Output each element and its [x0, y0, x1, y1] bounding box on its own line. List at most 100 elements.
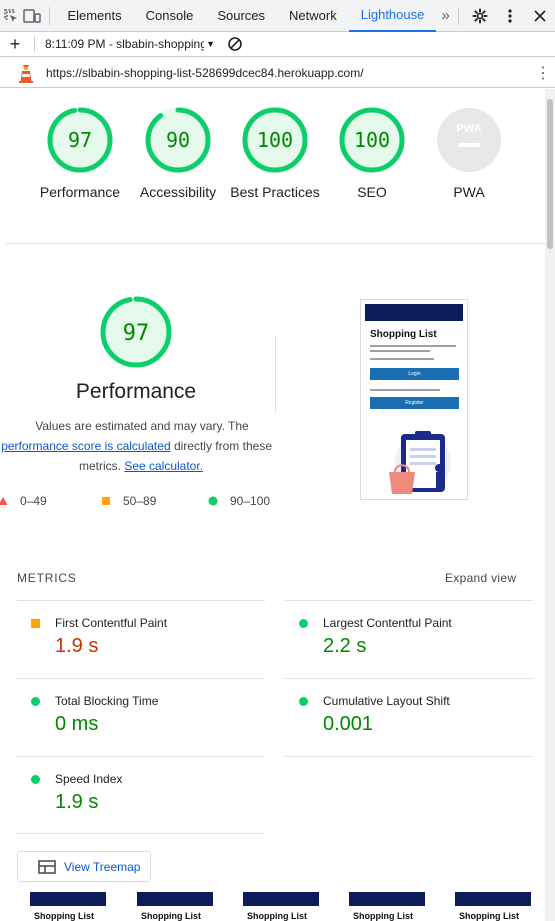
- lighthouse-toolbar: + 8:11:09 PM - slbabin-shopping ▼: [0, 32, 555, 57]
- performance-title: Performance: [75, 380, 197, 403]
- legend-average: 50–89: [101, 494, 156, 508]
- screenshot-register-button: Register: [370, 397, 459, 409]
- tab-network[interactable]: Network: [277, 0, 349, 32]
- chevron-down-icon: ▼: [206, 39, 215, 49]
- scrollbar-thumb[interactable]: [547, 99, 553, 249]
- gauge-label: PWA: [453, 184, 485, 200]
- tab-sources[interactable]: Sources: [205, 0, 277, 32]
- pwa-badge-icon: PWA: [437, 108, 501, 172]
- legend-fail: 0–49: [0, 494, 47, 508]
- expand-view-toggle[interactable]: Expand view: [445, 571, 516, 585]
- gauge-seo[interactable]: 100 SEO: [323, 106, 421, 202]
- devtools-tab-bar: Elements Console Sources Network Lightho…: [0, 0, 555, 32]
- scrollbar[interactable]: [545, 89, 555, 921]
- desc-line: directly from these: [170, 439, 272, 453]
- clear-icon[interactable]: [227, 36, 243, 52]
- view-treemap-button[interactable]: View Treemap: [17, 851, 151, 882]
- gauge-label: SEO: [357, 184, 387, 200]
- gauge-label: Best Practices: [230, 184, 320, 200]
- screenshot-login-button: Login: [370, 368, 459, 380]
- toolbar-divider: [458, 6, 460, 25]
- metric-lcp: Largest Contentful Paint 2.2 s: [285, 600, 533, 678]
- new-report-button[interactable]: +: [0, 32, 30, 57]
- close-icon[interactable]: [525, 0, 555, 32]
- filmstrip-frame: Shopping List: [455, 892, 531, 921]
- metric-title: Total Blocking Time: [55, 694, 159, 708]
- frame-title: Shopping List: [141, 911, 201, 921]
- desc-line: Values are estimated and may vary. The: [35, 419, 249, 433]
- metric-value: 2.2 s: [323, 635, 367, 657]
- frame-header: [455, 892, 531, 906]
- gauge-pwa[interactable]: PWA PWA: [420, 106, 518, 202]
- frame-title: Shopping List: [34, 911, 94, 921]
- gear-icon[interactable]: [465, 0, 495, 32]
- score-ring: 100: [339, 107, 405, 173]
- toolbar-divider: [48, 6, 50, 25]
- section-divider: [275, 336, 276, 412]
- gauge-performance[interactable]: 97 Performance: [31, 106, 129, 202]
- legend-pass: 90–100: [208, 494, 270, 508]
- text-line: [370, 350, 430, 352]
- shopping-illustration: [389, 431, 451, 494]
- text-line: [370, 389, 440, 391]
- final-screenshot[interactable]: Shopping List Login Register: [360, 299, 468, 500]
- gauge-score: 90: [166, 128, 190, 152]
- pwa-badge-text: PWA: [456, 123, 481, 135]
- screenshot-title: Shopping List: [370, 329, 437, 340]
- metric-speed-index: Speed Index 1.9 s: [17, 756, 265, 834]
- pass-circle-icon: [208, 496, 218, 506]
- gauge-accessibility[interactable]: 90 Accessibility: [129, 106, 227, 202]
- metric-fcp: First Contentful Paint 1.9 s: [17, 600, 265, 678]
- see-calculator-link[interactable]: See calculator.: [124, 459, 203, 473]
- metric-divider: [285, 756, 533, 757]
- frame-title: Shopping List: [353, 911, 413, 921]
- report-selector-label: 8:11:09 PM - slbabin-shopping: [45, 37, 205, 51]
- section-divider: [6, 243, 545, 244]
- frame-header: [30, 892, 106, 906]
- filmstrip-frame: Shopping List: [349, 892, 425, 921]
- legend-range: 50–89: [123, 494, 157, 508]
- filmstrip-frame: Shopping List: [243, 892, 319, 921]
- gauge-score: 100: [257, 128, 293, 152]
- frame-header: [243, 892, 319, 906]
- pass-circle-icon: [299, 697, 308, 706]
- fail-triangle-icon: [0, 497, 8, 505]
- metric-title: Largest Contentful Paint: [323, 616, 452, 630]
- pass-circle-icon: [299, 619, 308, 628]
- score-ring: 100: [242, 107, 308, 173]
- average-square-icon: [102, 497, 110, 505]
- tab-lighthouse[interactable]: Lighthouse: [348, 0, 437, 32]
- legend-range: 0–49: [20, 494, 47, 508]
- metric-title: Speed Index: [55, 772, 123, 786]
- tab-console[interactable]: Console: [134, 0, 206, 32]
- more-tabs-icon[interactable]: »: [436, 0, 452, 32]
- pass-circle-icon: [31, 697, 40, 706]
- metric-divider: [17, 833, 265, 834]
- score-calculation-link[interactable]: performance score is calculated: [1, 439, 170, 453]
- metric-value: 1.9 s: [55, 635, 99, 657]
- inspect-element-icon[interactable]: [0, 0, 21, 32]
- metric-cls: Cumulative Layout Shift 0.001: [285, 678, 533, 756]
- gauge-best-practices[interactable]: 100 Best Practices: [226, 106, 324, 202]
- metric-title: Cumulative Layout Shift: [323, 694, 450, 708]
- filmstrip-frame: Shopping List: [30, 892, 106, 921]
- device-toolbar-icon[interactable]: [21, 0, 42, 32]
- legend-range: 90–100: [230, 494, 271, 508]
- lighthouse-logo-icon: [19, 64, 33, 83]
- gauge-score: 100: [354, 128, 390, 152]
- treemap-icon: [38, 859, 56, 874]
- score-ring: 90: [145, 107, 211, 173]
- metrics-header: METRICS: [17, 571, 77, 585]
- report-selector[interactable]: 8:11:09 PM - slbabin-shopping ▼: [45, 37, 215, 51]
- desc-line: metrics.: [78, 459, 125, 473]
- average-square-icon: [31, 619, 40, 628]
- report-menu-icon[interactable]: ⋮: [531, 63, 555, 83]
- kebab-menu-icon[interactable]: [495, 0, 525, 32]
- metric-value: 0.001: [323, 713, 374, 735]
- report-url-bar: https://slbabin-shopping-list-528699dcec…: [0, 58, 555, 88]
- metric-title: First Contentful Paint: [55, 616, 168, 630]
- tab-elements[interactable]: Elements: [55, 0, 133, 32]
- performance-description: Values are estimated and may vary. The p…: [0, 416, 272, 476]
- score-ring: 97: [100, 296, 172, 368]
- gauge-label: Performance: [39, 184, 121, 200]
